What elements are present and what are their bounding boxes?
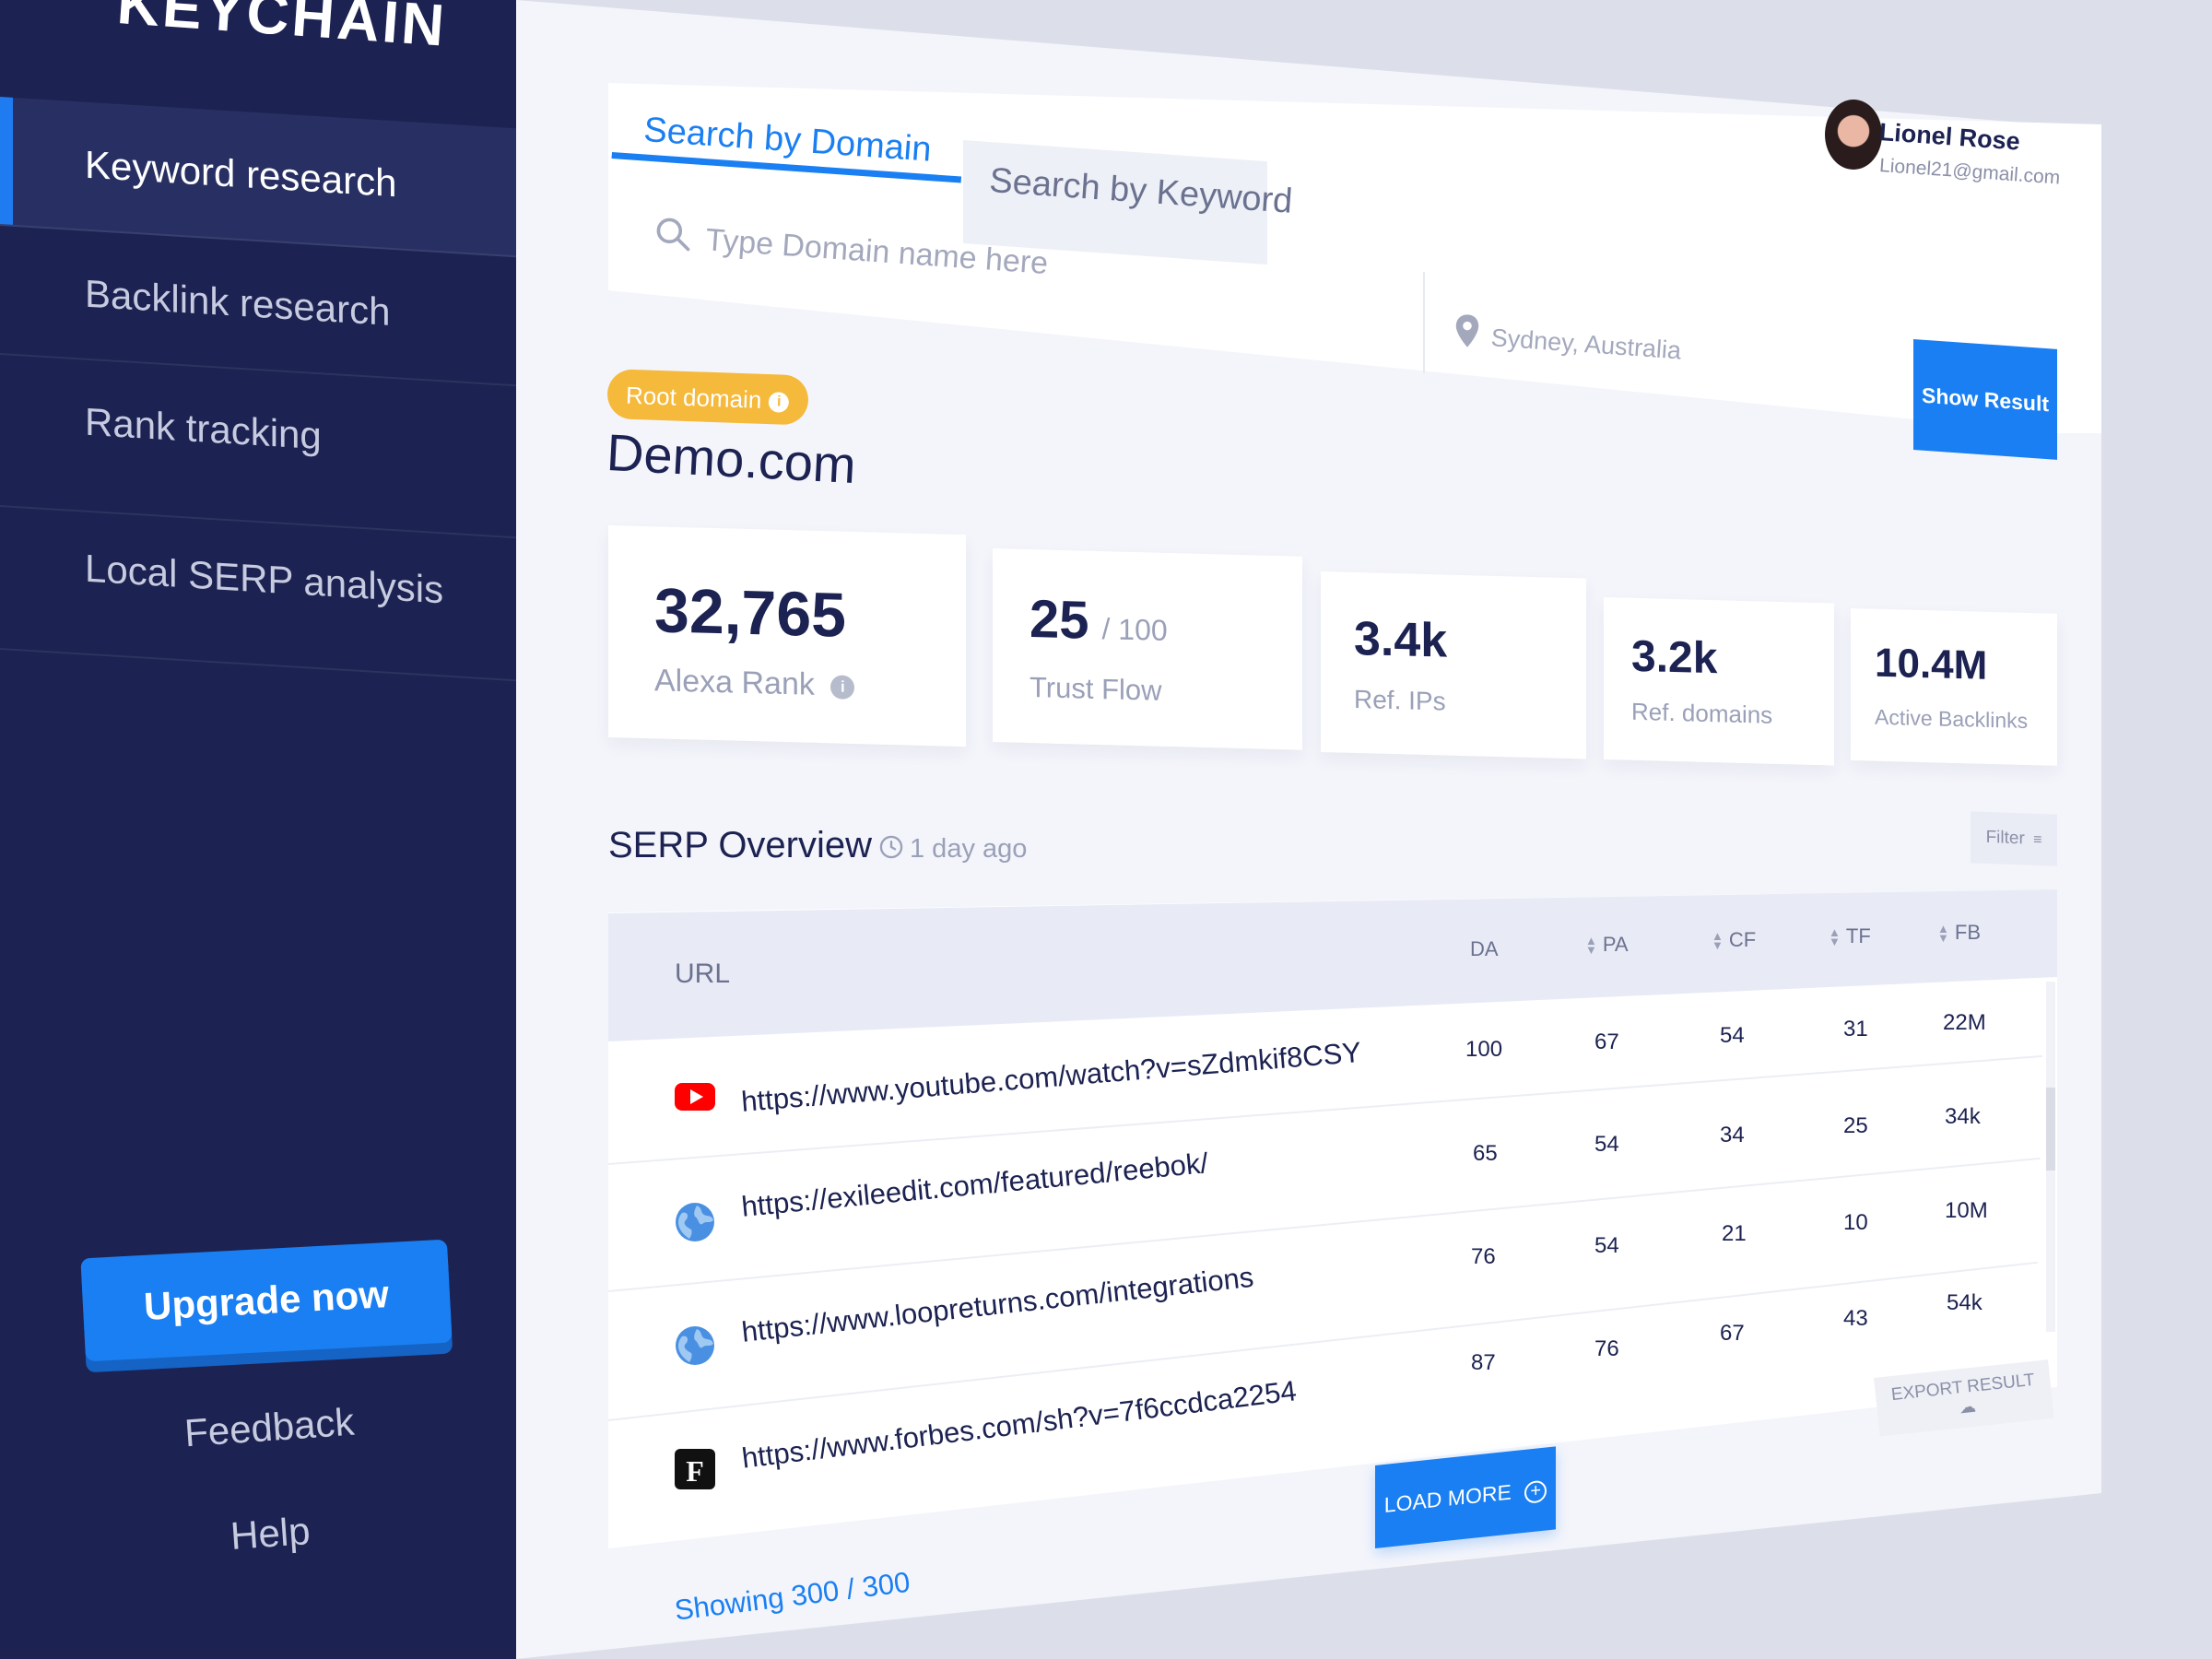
upgrade-now-button[interactable]: Upgrade now [80,1239,453,1362]
serp-overview-title: SERP Overview [608,825,873,865]
column-header-pa[interactable]: ▲ ▼ PA [1585,933,1629,957]
stat-value: 25 / 100 [1030,588,1168,653]
column-header-label: FB [1954,921,1981,944]
stat-card-active-backlinks: 10.4M Active Backlinks [1851,608,2057,766]
info-icon[interactable]: i [768,392,790,413]
load-more-label: LOAD MORE [1383,1479,1512,1517]
column-header-url[interactable]: URL [675,959,730,990]
cell-fb: 10M [1945,1198,1988,1223]
table-scrollbar-thumb[interactable] [2046,1088,2055,1171]
globe-icon [676,1203,714,1241]
brand-logo: KEYCHAIN [114,0,450,59]
clock-icon [879,835,903,859]
column-header-label: CF [1728,928,1757,951]
sidebar: KEYCHAIN Keyword research Backlink resea… [0,0,516,1659]
cell-pa: 54 [1594,1233,1619,1258]
youtube-icon [675,1083,715,1111]
cell-cf: 34 [1720,1123,1745,1147]
stat-value-suffix: / 100 [1101,612,1168,647]
stat-label: Alexa Rank i [654,663,855,704]
forbes-icon: F [675,1449,715,1489]
stat-value: 3.4k [1354,611,1448,668]
cell-fb: 22M [1943,1010,1986,1035]
stat-label: Active Backlinks [1875,704,2029,734]
stat-label: Ref. IPs [1354,684,1446,716]
sidebar-item-label: Backlink research [85,271,391,334]
cell-pa: 54 [1594,1132,1619,1157]
column-header-da[interactable]: DA [1470,937,1499,961]
sidebar-item-local-serp-analysis[interactable]: Local SERP analysis [0,521,516,682]
column-header-label: TF [1845,924,1871,947]
search-icon [656,218,690,252]
stat-label: Ref. domains [1631,697,1773,729]
column-header-cf[interactable]: ▲ ▼ CF [1712,928,1756,952]
location-pin-icon [1455,314,1479,347]
cell-cf: 21 [1722,1221,1747,1246]
stat-card-ref-ips: 3.4k Ref. IPs [1321,571,1586,759]
sort-icon: ▲ ▼ [1585,934,1597,958]
cell-da: 65 [1473,1141,1498,1166]
filter-button[interactable]: Filter ≡ [1971,811,2057,866]
stat-value-number: 25 [1030,589,1089,651]
cell-tf: 43 [1843,1306,1868,1331]
stat-value: 32,765 [654,575,846,651]
stat-label-text: Alexa Rank [654,663,815,702]
cell-da: 76 [1471,1244,1496,1269]
cell-fb: 54k [1947,1290,1983,1315]
cell-fb: 34k [1945,1104,1981,1129]
svg-text:F: F [686,1454,704,1488]
cell-da: 100 [1465,1037,1503,1062]
filter-button-label: Filter [1985,827,2025,849]
sidebar-item-label: Keyword research [85,142,397,206]
cell-pa: 76 [1594,1336,1619,1361]
plus-circle-icon: + [1524,1479,1547,1504]
sidebar-item-label: Local SERP analysis [85,546,444,612]
cell-cf: 67 [1720,1321,1745,1346]
avatar[interactable] [1825,100,1882,170]
sort-icon: ▲ ▼ [1829,925,1841,949]
stat-value: 3.2k [1631,631,1718,684]
cell-cf: 54 [1720,1023,1745,1048]
help-link[interactable]: Help [229,1509,312,1559]
cell-da: 87 [1471,1350,1496,1375]
sidebar-item-label: Rank tracking [85,399,322,458]
cell-pa: 67 [1594,1030,1619,1054]
stat-card-ref-domains: 3.2k Ref. domains [1604,597,1834,766]
stat-value: 10.4M [1875,640,1988,688]
stat-card-alexa-rank: 32,765 Alexa Rank i [608,525,966,747]
stat-card-trust-flow: 25 / 100 Trust Flow [993,548,1302,750]
sort-icon: ▲ ▼ [1712,929,1724,953]
sort-icon: ▲ ▼ [1937,922,1949,946]
main-area: Search by Domain Search by Keyword Show … [516,0,2212,1659]
column-header-label: PA [1602,933,1629,956]
search-divider [1423,272,1425,373]
cell-tf: 25 [1843,1113,1868,1138]
last-updated-text: 1 day ago [910,834,1028,864]
cloud-download-icon: ☁ [1958,1396,1977,1418]
root-domain-badge: Root domain i [606,369,809,426]
filter-icon: ≡ [2033,831,2042,849]
column-header-tf[interactable]: ▲ ▼ TF [1829,924,1871,948]
show-result-button[interactable]: Show Result [1913,339,2057,460]
feedback-link[interactable]: Feedback [183,1400,356,1456]
stat-label: Trust Flow [1030,671,1162,707]
cell-tf: 10 [1843,1210,1868,1235]
globe-icon [676,1326,714,1365]
cell-tf: 31 [1843,1017,1868,1041]
sidebar-item-rank-tracking[interactable]: Rank tracking [0,378,516,539]
info-icon[interactable]: i [830,675,855,700]
root-domain-badge-label: Root domain [625,381,762,414]
column-header-fb[interactable]: ▲ ▼ FB [1937,921,1981,945]
